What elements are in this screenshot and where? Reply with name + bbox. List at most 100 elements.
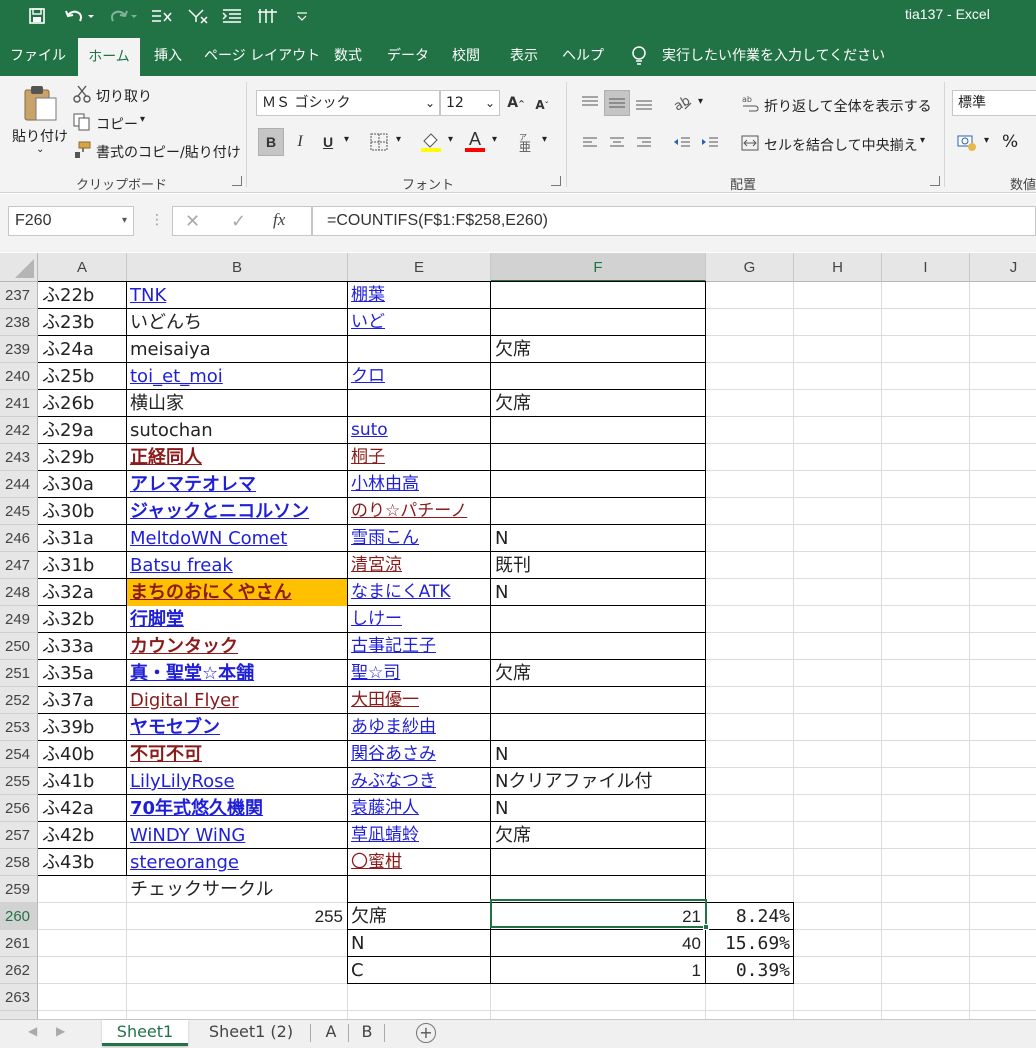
cell-a[interactable]: ふ29a — [42, 417, 94, 444]
insert-function-button[interactable]: fx — [273, 210, 285, 230]
sheet-tab-sheet1-2[interactable]: Sheet1 (2) — [196, 1020, 306, 1046]
cell-a[interactable]: ふ42b — [42, 822, 94, 849]
redo-icon[interactable] — [104, 4, 140, 28]
cell-b[interactable]: meisaiya — [130, 336, 211, 363]
merge-center-button[interactable]: セルを結合して中央揃え — [764, 135, 918, 155]
cell-a[interactable]: ふ40b — [42, 741, 94, 768]
cell-e[interactable]: 棚葉 — [351, 282, 385, 309]
clipboard-launcher-icon[interactable] — [232, 176, 242, 186]
filter-clear-icon[interactable] — [186, 4, 210, 28]
fill-handle[interactable] — [703, 924, 709, 930]
sheet-tab-a[interactable]: A — [318, 1020, 344, 1046]
sort-clear-icon[interactable] — [150, 4, 174, 28]
cell-a[interactable]: ふ43b — [42, 849, 94, 876]
cell-e[interactable]: N — [351, 930, 364, 957]
font-color-dropdown-icon[interactable]: ▾ — [492, 134, 497, 145]
font-launcher-icon[interactable] — [551, 176, 561, 186]
tell-me-search[interactable]: 実行したい作業を入力してください — [662, 34, 885, 76]
italic-button[interactable]: I — [288, 128, 312, 156]
cell-b[interactable]: toi_et_moi — [130, 363, 223, 390]
cell-e[interactable]: C — [351, 957, 364, 984]
phonetic-icon[interactable]: ア亜 — [514, 128, 538, 156]
cell-a[interactable]: ふ31b — [42, 552, 94, 579]
sheet-tab-sheet1[interactable]: Sheet1 — [102, 1020, 188, 1046]
column-header-h[interactable]: H — [794, 253, 882, 282]
row-header-253[interactable]: 253 — [0, 714, 38, 741]
row-header-243[interactable]: 243 — [0, 444, 38, 471]
save-icon[interactable] — [22, 4, 52, 28]
row-header-259[interactable]: 259 — [0, 876, 38, 903]
number-format-select[interactable]: 標準 — [952, 90, 1036, 116]
row-header-254[interactable]: 254 — [0, 741, 38, 768]
shrink-font-icon[interactable]: Aˇ — [532, 94, 552, 116]
cell-a[interactable]: ふ24a — [42, 336, 94, 363]
wrap-icon[interactable] — [256, 4, 280, 28]
cell-g[interactable]: 15.69% — [706, 930, 790, 957]
cell-a[interactable]: ふ32b — [42, 606, 94, 633]
font-size-select[interactable]: 12 ⌄ — [440, 90, 500, 116]
cell-b[interactable]: MeltdoWN Comet — [130, 525, 287, 552]
bold-button[interactable]: B — [258, 128, 284, 156]
column-header-f[interactable]: F — [491, 253, 706, 282]
cell-e[interactable]: 草凪蜻蛉 — [351, 822, 419, 849]
formula-input[interactable]: =COUNTIFS(F$1:F$258,E260) — [312, 206, 1036, 236]
spreadsheet-grid[interactable]: ABEFGHIJ 237 238 239 240 241 242 243 244 245 246 2… — [0, 253, 1036, 1019]
cell-f[interactable]: 欠席 — [495, 336, 531, 363]
cell-b[interactable]: sutochan — [130, 417, 213, 444]
cell-b[interactable]: 255 — [127, 903, 343, 930]
cell-e[interactable]: 古事記王子 — [351, 633, 436, 660]
cell-e[interactable]: 聖☆司 — [351, 660, 400, 687]
fill-color-dropdown-icon[interactable]: ▾ — [448, 134, 453, 145]
cancel-icon[interactable]: ✕ — [185, 211, 200, 232]
row-header-258[interactable]: 258 — [0, 849, 38, 876]
cell-f[interactable]: 欠席 — [495, 390, 531, 417]
cell-b[interactable]: TNK — [130, 282, 166, 309]
cell-e[interactable]: 雪雨こん — [351, 525, 419, 552]
row-header-239[interactable]: 239 — [0, 336, 38, 363]
cell-e[interactable]: みぶなつき — [351, 768, 436, 795]
paste-button[interactable]: 貼り付け — [12, 126, 68, 146]
cell-a[interactable]: ふ25b — [42, 363, 94, 390]
tab-file[interactable]: ファイル — [8, 34, 68, 76]
row-header-248[interactable]: 248 — [0, 579, 38, 606]
cell-e[interactable]: 小林由高 — [351, 471, 419, 498]
cell-e[interactable]: あゆま紗由 — [351, 714, 436, 741]
cell-a[interactable]: ふ29b — [42, 444, 94, 471]
cell-f[interactable]: 40 — [491, 930, 701, 957]
cell-f[interactable]: N — [495, 795, 508, 822]
row-header-255[interactable]: 255 — [0, 768, 38, 795]
row-header-263[interactable]: 263 — [0, 984, 38, 1011]
align-top-icon[interactable] — [578, 90, 602, 116]
format-painter-button[interactable]: 書式のコピー/貼り付け — [96, 142, 241, 162]
tab-page-layout[interactable]: ページ レイアウト — [204, 34, 320, 76]
phonetic-dropdown-icon[interactable]: ▾ — [542, 134, 547, 145]
align-bottom-icon[interactable] — [632, 90, 656, 116]
column-header-a[interactable]: A — [38, 253, 127, 282]
cell-e[interactable]: 関谷あさみ — [351, 741, 436, 768]
cell-a[interactable]: ふ23b — [42, 309, 94, 336]
add-sheet-icon[interactable]: + — [416, 1023, 436, 1043]
row-header-249[interactable]: 249 — [0, 606, 38, 633]
row-header-260[interactable]: 260 — [0, 903, 38, 930]
row-header-240[interactable]: 240 — [0, 363, 38, 390]
cell-e[interactable]: 清宮涼 — [351, 552, 402, 579]
cell-f[interactable]: Nクリアファイル付 — [495, 768, 652, 795]
cell-f[interactable]: N — [495, 579, 508, 606]
copy-dropdown-icon[interactable]: ▾ — [140, 114, 145, 125]
paste-icon[interactable] — [20, 84, 60, 122]
wrap-text-button[interactable]: 折り返して全体を表示する — [764, 96, 932, 116]
decrease-indent-icon[interactable] — [670, 130, 694, 156]
column-header-j[interactable]: J — [970, 253, 1036, 282]
cell-b[interactable]: 不可不可 — [130, 741, 202, 768]
cell-f[interactable]: 1 — [491, 957, 701, 984]
row-header-237[interactable]: 237 — [0, 282, 38, 309]
merge-dropdown-icon[interactable]: ▾ — [920, 135, 925, 146]
enter-icon[interactable]: ✓ — [231, 211, 246, 232]
cell-a[interactable]: ふ30a — [42, 471, 94, 498]
column-header-b[interactable]: B — [127, 253, 348, 282]
fill-color-icon[interactable] — [418, 128, 444, 156]
row-header-244[interactable]: 244 — [0, 471, 38, 498]
cell-a[interactable]: ふ22b — [42, 282, 94, 309]
scroll-right-icon[interactable]: ▶ — [56, 1024, 65, 1038]
column-header-i[interactable]: I — [882, 253, 970, 282]
